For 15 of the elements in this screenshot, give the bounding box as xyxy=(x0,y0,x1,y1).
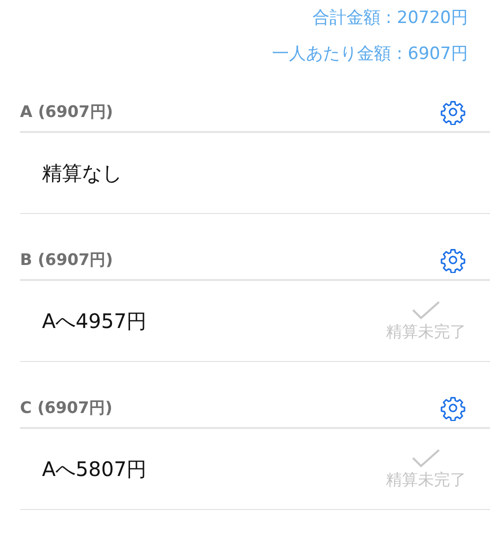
settings-icon[interactable] xyxy=(440,247,466,273)
settings-icon[interactable] xyxy=(440,395,466,421)
person-header: A (6907円) xyxy=(20,102,114,122)
check-icon[interactable] xyxy=(411,448,441,468)
person-header: B (6907円) xyxy=(20,250,113,270)
check-icon[interactable] xyxy=(411,300,441,320)
status-label: 精算未完了 xyxy=(386,470,466,490)
payment-text: Aへ5807円 xyxy=(42,456,147,482)
settings-icon[interactable] xyxy=(440,99,466,125)
payment-text: Aへ4957円 xyxy=(42,308,147,334)
per-person-amount: 一人あたり金額 : 6907円 xyxy=(272,43,468,66)
total-amount: 合計金額 : 20720円 xyxy=(312,7,468,30)
settlement-text: 精算なし xyxy=(42,160,122,186)
person-header: C (6907円) xyxy=(20,398,112,418)
status-label: 精算未完了 xyxy=(386,322,466,342)
